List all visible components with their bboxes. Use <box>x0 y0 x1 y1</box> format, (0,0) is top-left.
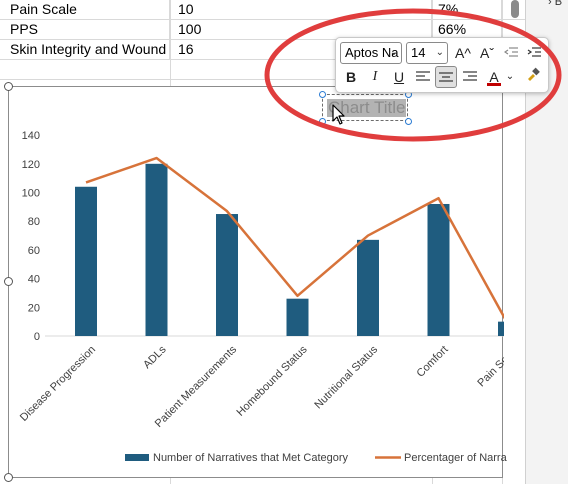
format-painter-icon <box>528 67 540 81</box>
title-resize-handle[interactable] <box>405 118 412 125</box>
x-tick-label: ADLs <box>141 343 169 371</box>
row-label-cell[interactable]: Pain Scale <box>0 0 170 20</box>
expand-chevron-icon[interactable]: › B <box>548 0 562 8</box>
y-tick-label: 120 <box>22 159 40 171</box>
chart-resize-handle[interactable] <box>4 473 13 482</box>
align-center-button[interactable] <box>435 66 457 88</box>
bar <box>145 163 168 336</box>
align-left-icon <box>416 71 430 81</box>
row-label-cell[interactable]: Skin Integrity and Wound <box>0 40 170 60</box>
chart-title[interactable]: Chart Title <box>327 99 407 117</box>
x-tick-label: Pain Scale <box>475 344 504 390</box>
legend-bar-swatch <box>125 454 149 461</box>
y-tick-label: 100 <box>22 188 40 200</box>
underline-button[interactable]: U <box>388 66 410 88</box>
italic-button[interactable]: I <box>364 66 386 88</box>
x-tick-label: Patient Measurements <box>153 343 240 430</box>
chart-resize-handle[interactable] <box>4 82 13 91</box>
chart-plot-area: 0 20 40 60 80 100 120 140 Disease Progression ADL… <box>18 130 504 461</box>
bar <box>498 321 504 336</box>
x-tick-label: Comfort <box>414 344 450 380</box>
font-color-dropdown[interactable]: ⌄ <box>504 66 516 88</box>
combo-chart[interactable]: 0 20 40 60 80 100 120 140 Disease Progression ADL… <box>8 86 507 478</box>
vertical-scrollbar[interactable] <box>511 0 519 18</box>
bold-button[interactable]: B <box>340 66 362 88</box>
align-right-icon <box>463 71 477 81</box>
legend-line-label: Percentager of Narra <box>404 452 507 464</box>
grow-font-button[interactable]: A^ <box>452 42 474 64</box>
y-tick-label: 60 <box>28 245 40 257</box>
chevron-down-icon: ⌄ <box>435 47 444 58</box>
y-tick-label: 40 <box>28 274 40 286</box>
title-resize-handle[interactable] <box>319 118 326 125</box>
legend-bar-label: Number of Narratives that Met Category <box>153 452 349 464</box>
bar <box>216 214 238 336</box>
bar <box>427 203 450 336</box>
chart-resize-handle[interactable] <box>4 277 13 286</box>
shrink-font-button[interactable]: Aˇ <box>476 42 498 64</box>
x-tick-label: Nutritional Status <box>312 343 380 411</box>
font-color-swatch <box>487 83 501 86</box>
row-percent-cell[interactable]: 7% <box>432 0 502 20</box>
y-tick-label: 0 <box>34 331 40 343</box>
decrease-indent-button[interactable] <box>500 42 522 64</box>
y-tick-label: 80 <box>28 216 40 228</box>
y-tick-label: 140 <box>22 130 40 142</box>
align-left-button[interactable] <box>412 66 434 88</box>
font-color-button[interactable]: A <box>483 66 505 88</box>
chevron-down-icon: ⌄ <box>389 47 398 58</box>
font-size-value: 14 <box>411 45 426 60</box>
x-tick-label: Homebound Status <box>235 343 310 418</box>
format-painter-button[interactable] <box>522 66 544 88</box>
x-tick-label: Disease Progression <box>18 344 98 424</box>
bar <box>286 298 309 336</box>
increase-indent-button[interactable] <box>523 42 545 64</box>
mini-toolbar: Aptos Na ⌄ 14 ⌄ A^ Aˇ B I U A ⌄ <box>335 37 549 93</box>
y-tick-label: 20 <box>28 302 40 314</box>
decrease-indent-icon <box>503 47 518 57</box>
font-size-dropdown[interactable]: 14 ⌄ <box>406 42 448 64</box>
align-right-button[interactable] <box>459 66 481 88</box>
align-center-icon <box>439 72 453 82</box>
title-resize-handle[interactable] <box>319 91 326 98</box>
bar <box>357 239 379 336</box>
font-name-dropdown[interactable]: Aptos Na ⌄ <box>340 42 402 64</box>
increase-indent-icon <box>527 47 541 57</box>
bar <box>75 186 97 336</box>
sheet-row[interactable]: Pain Scale 10 7% <box>0 0 525 20</box>
row-value-cell[interactable]: 10 <box>170 0 432 20</box>
row-label-cell[interactable]: PPS <box>0 20 170 40</box>
